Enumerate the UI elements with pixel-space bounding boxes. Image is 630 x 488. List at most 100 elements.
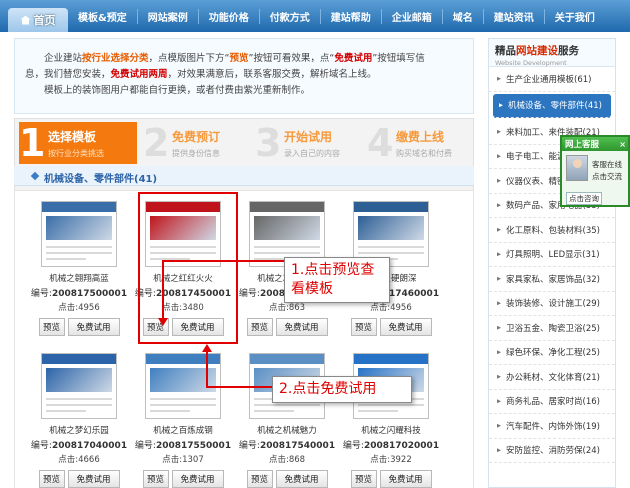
template-card: 机械之翱翔高蓝 编号:200817500001 点击:4956 预览 免费试用 (29, 201, 129, 336)
arrow-bullet-icon (497, 399, 501, 404)
template-card: 机械之梦幻乐园 编号:200817040001 点击:4666 预览 免费试用 (29, 353, 129, 488)
thumb-line (46, 404, 112, 406)
sidebar-item[interactable]: 卫浴五金、陶瓷卫浴(25) (489, 316, 615, 341)
thumb-header (354, 354, 428, 364)
template-thumbnail[interactable] (41, 201, 117, 267)
thumb-line (46, 258, 86, 260)
template-hits: 点击:4956 (58, 303, 100, 313)
arrow-bullet-icon (497, 448, 501, 453)
nav-item-email[interactable]: 企业邮箱 (380, 8, 442, 24)
sidebar-list: 生产企业通用模板(61) 机械设备、零件部件(41) 来料加工、来件装配(21) 电子… (489, 67, 615, 463)
sidebar-item-label: 装饰装修、设计施工(29) (506, 299, 600, 310)
step-title: 开始试用 (284, 129, 333, 144)
sidebar-item[interactable]: 安防监控、消防劳保(24) (489, 439, 615, 463)
nav-item-help[interactable]: 建站帮助 (319, 8, 381, 24)
nav-item-about[interactable]: 关于我们 (543, 8, 605, 24)
thumb-banner (358, 216, 424, 240)
sidebar-item[interactable]: 灯具照明、LED显示(31) (489, 243, 615, 267)
step-sub: 购买域名和付费 (396, 148, 452, 158)
online-service-widget[interactable]: 网上客服 × 客服在线 点击交流 点击咨询 (560, 135, 630, 207)
step-title: 缴费上线 (396, 129, 445, 144)
thumb-line (46, 398, 112, 400)
template-hits: 点击:1307 (162, 455, 204, 465)
free-trial-button[interactable]: 免费试用 (379, 318, 432, 336)
template-code: 编号:200817040001 (30, 441, 128, 451)
arrow-bullet-icon (497, 325, 501, 330)
template-name[interactable]: 机械之百炼成钢 (133, 424, 233, 436)
sidebar-item[interactable]: 家具家私、家居饰品(32) (489, 267, 615, 292)
category-title: 机械设备、零件部件(41) (44, 174, 158, 185)
sidebar: 精品网站建设服务 Website Development 生产企业通用模板(61… (488, 38, 616, 488)
sidebar-item[interactable]: 绿色环保、净化工程(25) (489, 341, 615, 365)
nav-home-label: 首页 (33, 14, 56, 27)
thumb-header (354, 202, 428, 212)
free-trial-button[interactable]: 免费试用 (171, 470, 224, 488)
highlight-box (138, 192, 238, 344)
preview-button[interactable]: 预览 (38, 318, 65, 336)
thumb-header (146, 354, 220, 364)
arrow-bullet-icon (497, 374, 501, 379)
thumb-line (150, 398, 216, 400)
sidebar-item-label: 汽车配件、内饰外饰(19) (506, 421, 600, 432)
preview-button[interactable]: 预览 (142, 470, 169, 488)
nav-item-cases[interactable]: 网站案例 (136, 8, 198, 24)
template-grid: 机械之翱翔高蓝 编号:200817500001 点击:4956 预览 免费试用 机械之红红… (14, 190, 474, 488)
step-title: 免费预订 (172, 129, 221, 144)
free-trial-button[interactable]: 免费试用 (67, 470, 120, 488)
home-icon (20, 15, 31, 25)
sidebar-item[interactable]: 汽车配件、内饰外饰(19) (489, 414, 615, 439)
preview-button[interactable]: 预览 (38, 470, 65, 488)
arrow-head-2 (202, 344, 212, 352)
thumb-line (358, 252, 424, 254)
sidebar-item[interactable]: 生产企业通用模板(61) (489, 67, 615, 92)
sidebar-item-label: 灯具照明、LED显示(31) (506, 250, 600, 261)
nav-item-domain[interactable]: 域名 (441, 8, 483, 24)
preview-button[interactable]: 预览 (246, 470, 273, 488)
template-code: 编号:200817540001 (238, 441, 336, 451)
nav-item-pricing[interactable]: 功能价格 (197, 8, 259, 24)
preview-button[interactable]: 预览 (350, 318, 377, 336)
template-name[interactable]: 机械之梦幻乐园 (29, 424, 129, 436)
template-thumbnail[interactable] (41, 353, 117, 419)
thumb-line (254, 404, 320, 406)
sidebar-header: 精品网站建设服务 Website Development (489, 39, 615, 67)
arrow-line-2 (206, 350, 208, 388)
thumb-banner (46, 216, 112, 240)
nav-home-tab[interactable]: 首页 (8, 8, 68, 32)
arrow-bullet-icon (497, 154, 501, 159)
template-hits: 点击:3922 (370, 455, 412, 465)
nav-item-templates[interactable]: 模板&预定 (68, 9, 137, 24)
close-icon[interactable]: × (619, 140, 626, 149)
main-content: 企业建站按行业选择分类，点模版图片下方“预览”按钮可看效果，点“免费试用”按钮填… (14, 38, 474, 488)
preview-button[interactable]: 预览 (350, 470, 377, 488)
free-trial-button[interactable]: 免费试用 (275, 318, 328, 336)
thumb-line (150, 404, 216, 406)
consult-button[interactable]: 点击咨询 (566, 192, 602, 205)
step-sub: 提供身份信息 (172, 148, 220, 158)
thumb-line (254, 410, 294, 412)
nav-item-payment[interactable]: 付款方式 (258, 8, 320, 24)
top-nav: 首页 模板&预定 网站案例 功能价格 付款方式 建站帮助 企业邮箱 域名 建站资… (0, 0, 630, 32)
arrow-line-2b (206, 386, 272, 388)
free-trial-button[interactable]: 免费试用 (379, 470, 432, 488)
thumb-banner (254, 216, 320, 240)
callout-preview: 1.点击预览查 看模板 (284, 257, 390, 303)
step-sub: 录入自己的内容 (284, 148, 340, 158)
free-trial-button[interactable]: 免费试用 (275, 470, 328, 488)
nav-item-news[interactable]: 建站资讯 (482, 8, 544, 24)
sidebar-item[interactable]: 商务礼品、居家时尚(16) (489, 390, 615, 414)
template-name[interactable]: 机械之翱翔高蓝 (29, 272, 129, 284)
thumb-line (46, 252, 112, 254)
template-code: 编号:200817020001 (342, 441, 440, 451)
sidebar-item[interactable]: 化工原料、包装材料(35) (489, 218, 615, 243)
sidebar-item[interactable]: 办公耗材、文化体育(21) (489, 365, 615, 390)
preview-button[interactable]: 预览 (246, 318, 273, 336)
step-1: 1 选择模板 按行业分类挑选 (19, 122, 137, 164)
free-trial-button[interactable]: 免费试用 (67, 318, 120, 336)
sidebar-item[interactable]: 机械设备、零件部件(41) (493, 93, 611, 118)
template-name[interactable]: 机械之机械魅力 (237, 424, 337, 436)
step-sub: 按行业分类挑选 (48, 148, 104, 158)
sidebar-item[interactable]: 装饰装修、设计施工(29) (489, 292, 615, 316)
sidebar-subtitle: Website Development (495, 59, 567, 67)
template-name[interactable]: 机械之闪耀科技 (341, 424, 441, 436)
